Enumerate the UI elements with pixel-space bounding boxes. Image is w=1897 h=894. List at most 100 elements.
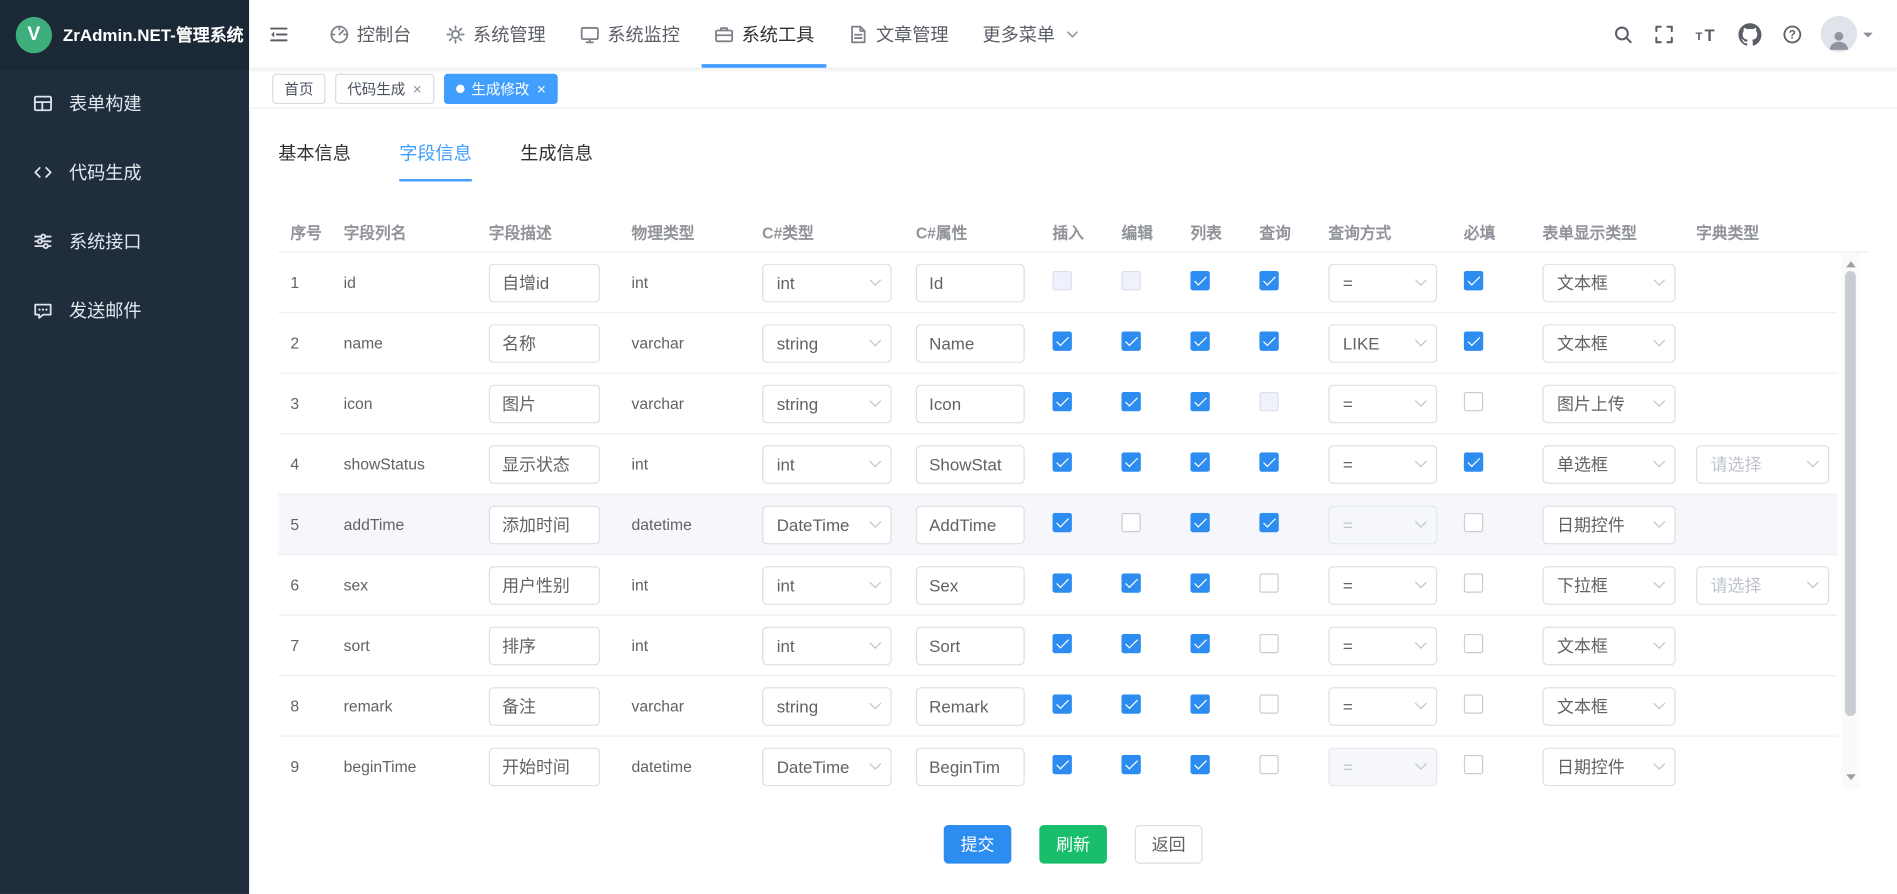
- list-checkbox[interactable]: [1190, 271, 1209, 290]
- required-checkbox[interactable]: [1464, 755, 1483, 774]
- sidebar-item-send-mail[interactable]: 发送邮件: [0, 276, 249, 345]
- display-type-select[interactable]: 文本框: [1542, 324, 1675, 363]
- insert-checkbox[interactable]: [1053, 452, 1072, 471]
- query-checkbox[interactable]: [1259, 331, 1278, 350]
- list-checkbox[interactable]: [1190, 392, 1209, 411]
- query-checkbox[interactable]: [1259, 694, 1278, 713]
- scrollbar-thumb[interactable]: [1845, 271, 1856, 716]
- edit-checkbox[interactable]: [1121, 392, 1140, 411]
- submit-button[interactable]: 提交: [944, 825, 1012, 864]
- display-type-select[interactable]: 文本框: [1542, 687, 1675, 726]
- list-checkbox[interactable]: [1190, 694, 1209, 713]
- csharp-type-select[interactable]: int: [762, 626, 891, 665]
- csharp-property-input[interactable]: [916, 324, 1025, 363]
- top-menu-item-system-manage[interactable]: 系统管理: [442, 0, 550, 68]
- top-menu-item-dashboard[interactable]: 控制台: [325, 0, 415, 68]
- column-desc-input[interactable]: [489, 687, 600, 726]
- edit-checkbox[interactable]: [1121, 452, 1140, 471]
- csharp-type-select[interactable]: int: [762, 566, 891, 605]
- list-checkbox[interactable]: [1190, 573, 1209, 592]
- github-icon[interactable]: [1738, 22, 1761, 45]
- insert-checkbox[interactable]: [1053, 634, 1072, 653]
- csharp-type-select[interactable]: DateTime: [762, 505, 891, 544]
- list-checkbox[interactable]: [1190, 331, 1209, 350]
- display-type-select[interactable]: 下拉框: [1542, 566, 1675, 605]
- edit-checkbox[interactable]: [1121, 694, 1140, 713]
- query-mode-select[interactable]: =: [1328, 747, 1437, 786]
- scroll-down-icon[interactable]: [1846, 774, 1856, 785]
- edit-checkbox[interactable]: [1121, 573, 1140, 592]
- csharp-type-select[interactable]: int: [762, 263, 891, 302]
- edit-checkbox[interactable]: [1121, 513, 1140, 532]
- refresh-button[interactable]: 刷新: [1039, 825, 1107, 864]
- required-checkbox[interactable]: [1464, 513, 1483, 532]
- display-type-select[interactable]: 日期控件: [1542, 505, 1675, 544]
- query-mode-select[interactable]: LIKE: [1328, 324, 1437, 363]
- query-mode-select[interactable]: =: [1328, 687, 1437, 726]
- top-menu-item-article-manage[interactable]: 文章管理: [845, 0, 953, 68]
- csharp-type-select[interactable]: DateTime: [762, 747, 891, 786]
- required-checkbox[interactable]: [1464, 452, 1483, 471]
- tag-code-gen[interactable]: 代码生成×: [335, 73, 434, 103]
- list-checkbox[interactable]: [1190, 452, 1209, 471]
- query-checkbox[interactable]: [1259, 392, 1278, 411]
- column-desc-input[interactable]: [489, 747, 600, 786]
- query-mode-select[interactable]: =: [1328, 626, 1437, 665]
- tab-basic-info[interactable]: 基本信息: [278, 133, 351, 181]
- display-type-select[interactable]: 单选框: [1542, 445, 1675, 484]
- required-checkbox[interactable]: [1464, 573, 1483, 592]
- search-icon[interactable]: [1613, 24, 1634, 45]
- insert-checkbox[interactable]: [1053, 573, 1072, 592]
- table-scrollbar[interactable]: [1841, 253, 1859, 789]
- query-mode-select[interactable]: =: [1328, 445, 1437, 484]
- list-checkbox[interactable]: [1190, 755, 1209, 774]
- tab-field-info[interactable]: 字段信息: [399, 133, 472, 181]
- csharp-property-input[interactable]: [916, 384, 1025, 423]
- column-desc-input[interactable]: [489, 263, 600, 302]
- column-desc-input[interactable]: [489, 626, 600, 665]
- column-desc-input[interactable]: [489, 324, 600, 363]
- query-checkbox[interactable]: [1259, 573, 1278, 592]
- csharp-property-input[interactable]: [916, 505, 1025, 544]
- required-checkbox[interactable]: [1464, 634, 1483, 653]
- list-checkbox[interactable]: [1190, 634, 1209, 653]
- edit-checkbox[interactable]: [1121, 331, 1140, 350]
- required-checkbox[interactable]: [1464, 331, 1483, 350]
- sidebar-item-system-api[interactable]: 系统接口: [0, 207, 249, 276]
- display-type-select[interactable]: 日期控件: [1542, 747, 1675, 786]
- insert-checkbox[interactable]: [1053, 392, 1072, 411]
- edit-checkbox[interactable]: [1121, 755, 1140, 774]
- user-avatar[interactable]: [1821, 16, 1873, 52]
- display-type-select[interactable]: 文本框: [1542, 263, 1675, 302]
- insert-checkbox[interactable]: [1053, 271, 1072, 290]
- sidebar-item-form-build[interactable]: 表单构建: [0, 69, 249, 138]
- list-checkbox[interactable]: [1190, 513, 1209, 532]
- dict-type-select[interactable]: 请选择: [1696, 566, 1829, 605]
- csharp-type-select[interactable]: string: [762, 384, 891, 423]
- tag-gen-edit[interactable]: 生成修改×: [444, 73, 558, 103]
- edit-checkbox[interactable]: [1121, 634, 1140, 653]
- back-button[interactable]: 返回: [1135, 825, 1203, 864]
- insert-checkbox[interactable]: [1053, 694, 1072, 713]
- top-menu-item-system-tools[interactable]: 系统工具: [710, 0, 818, 68]
- insert-checkbox[interactable]: [1053, 755, 1072, 774]
- required-checkbox[interactable]: [1464, 392, 1483, 411]
- csharp-property-input[interactable]: [916, 263, 1025, 302]
- tag-home[interactable]: 首页: [272, 73, 325, 103]
- csharp-type-select[interactable]: string: [762, 324, 891, 363]
- collapse-sidebar-icon[interactable]: [269, 24, 290, 45]
- required-checkbox[interactable]: [1464, 694, 1483, 713]
- csharp-property-input[interactable]: [916, 445, 1025, 484]
- insert-checkbox[interactable]: [1053, 513, 1072, 532]
- csharp-property-input[interactable]: [916, 626, 1025, 665]
- column-desc-input[interactable]: [489, 566, 600, 605]
- close-icon[interactable]: ×: [413, 80, 422, 96]
- dict-type-select[interactable]: 请选择: [1696, 445, 1829, 484]
- display-type-select[interactable]: 图片上传: [1542, 384, 1675, 423]
- font-size-icon[interactable]: TT: [1695, 24, 1718, 45]
- column-desc-input[interactable]: [489, 445, 600, 484]
- required-checkbox[interactable]: [1464, 271, 1483, 290]
- query-checkbox[interactable]: [1259, 755, 1278, 774]
- query-checkbox[interactable]: [1259, 452, 1278, 471]
- csharp-property-input[interactable]: [916, 566, 1025, 605]
